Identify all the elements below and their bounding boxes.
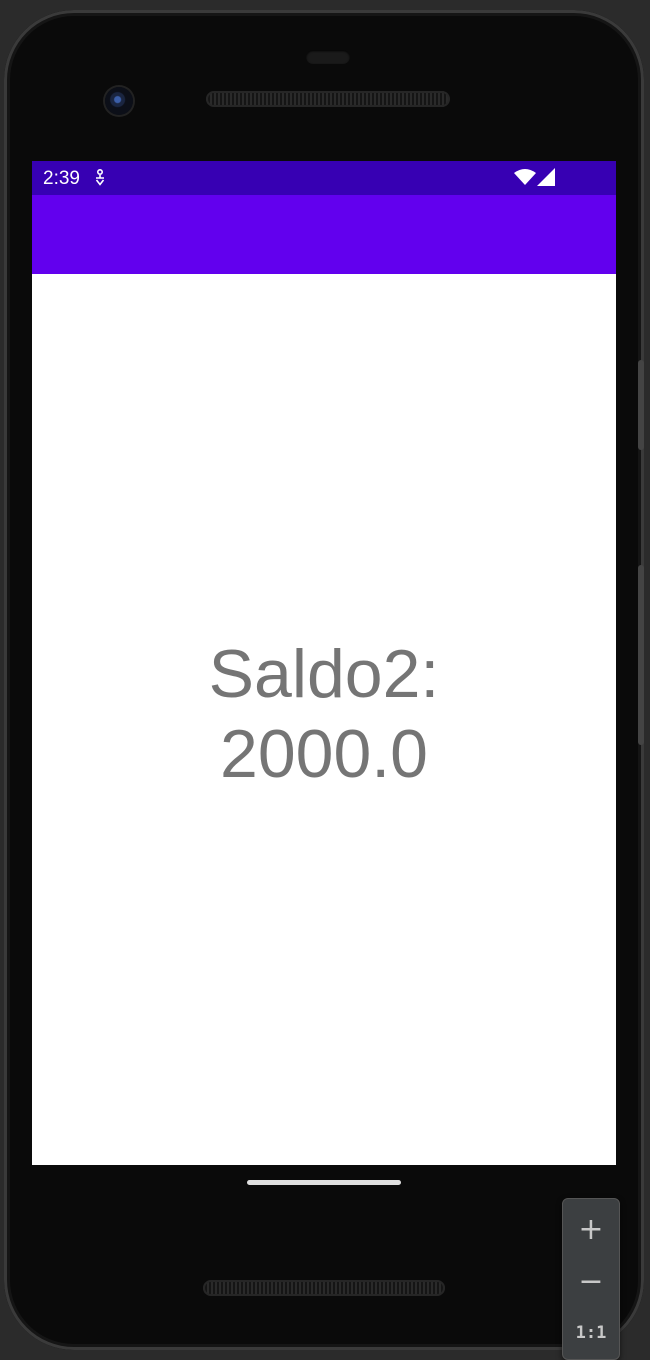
status-time: 2:39 [43, 168, 80, 189]
proximity-sensor [306, 50, 350, 64]
gesture-nav-handle[interactable] [247, 1180, 401, 1185]
front-camera [105, 87, 133, 115]
power-button[interactable] [638, 565, 644, 745]
actual-size-button[interactable]: 1:1 [563, 1307, 619, 1359]
main-content: Saldo2: 2000.0 [32, 274, 616, 1165]
zoom-out-button[interactable]: − [563, 1255, 619, 1307]
bottom-speaker [203, 1280, 445, 1296]
volume-button[interactable] [638, 360, 644, 450]
wifi-icon [513, 168, 537, 192]
status-bar: 2:39 [32, 161, 616, 195]
accessibility-icon [93, 168, 107, 193]
device-screen: 2:39 Saldo2: 2000.0 [32, 161, 616, 1165]
cell-signal-icon [537, 168, 557, 192]
emulator-zoom-controls: + − 1:1 [562, 1198, 620, 1360]
earpiece-speaker [206, 91, 450, 107]
zoom-in-button[interactable]: + [563, 1203, 619, 1255]
balance-text: Saldo2: 2000.0 [208, 635, 440, 792]
app-bar [32, 195, 616, 274]
